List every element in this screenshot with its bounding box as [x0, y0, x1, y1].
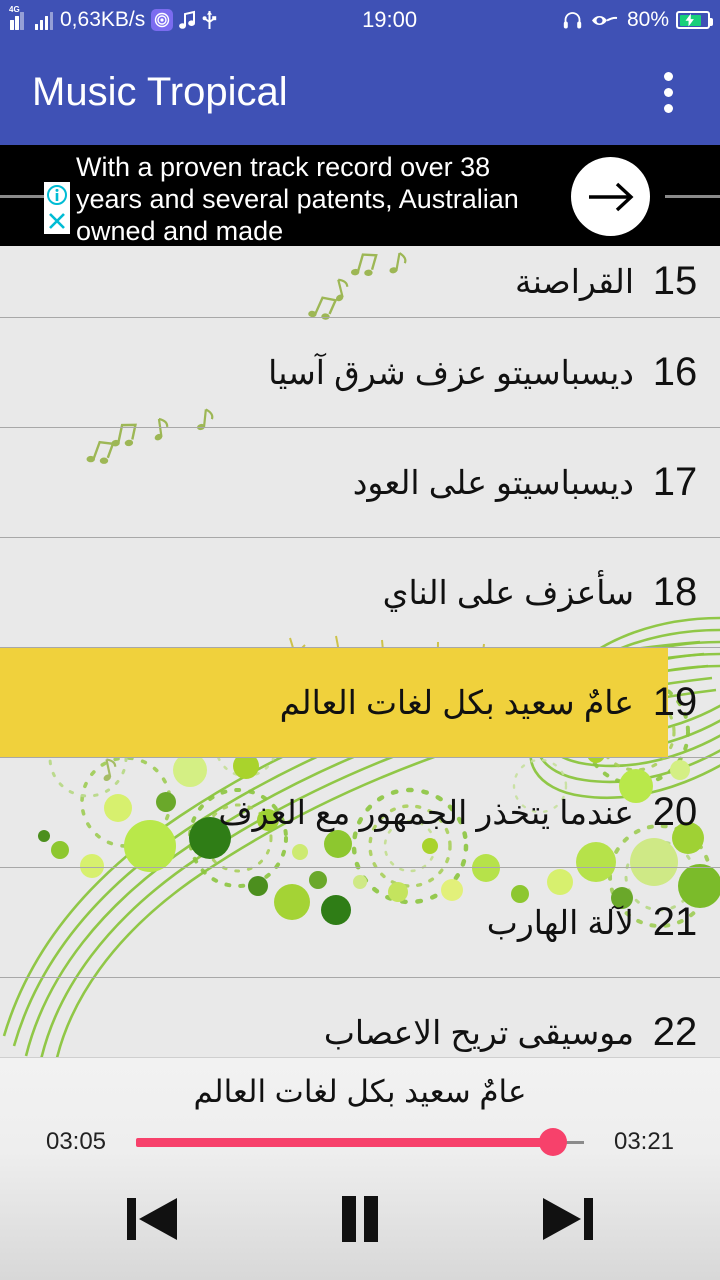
- music-note-icon: [179, 10, 196, 30]
- track-title: موسيقى تريح الاعصاب: [323, 1014, 634, 1051]
- track-number: 17: [652, 460, 698, 504]
- status-bar-left: 4G 0,63KB/s: [9, 6, 217, 32]
- previous-track-icon[interactable]: [104, 1182, 200, 1256]
- track-title: ديسباسيتو على العود: [352, 464, 634, 501]
- track-row[interactable]: 18 سأعزف على الناي: [0, 538, 720, 648]
- player-bar: عامٌ سعيد بكل لغات العالم 03:05 03:21: [0, 1057, 720, 1280]
- track-list[interactable]: 15 القراصنة 16 ديسباسيتو عزف شرق آسيا 17 ديسب…: [0, 246, 720, 1057]
- status-bar-clock: 19:00: [362, 7, 418, 32]
- track-number: 18: [652, 570, 698, 614]
- track-number: 21: [652, 900, 698, 944]
- network-type-label: 4G: [9, 5, 20, 14]
- app-root: 4G 0,63KB/s 19:00 80% Music Tropical Wit…: [0, 0, 720, 1280]
- status-bar-right: 80%: [562, 8, 713, 32]
- transport-controls: [0, 1156, 720, 1256]
- track-title: لآلة الهارب: [486, 904, 634, 941]
- ad-close-icon[interactable]: [44, 208, 70, 234]
- track-rows: 15 القراصنة 16 ديسباسيتو عزف شرق آسيا 17 ديسب…: [0, 246, 720, 1057]
- ad-cta-arrow-right-icon[interactable]: [571, 157, 650, 236]
- track-number: 15: [652, 259, 698, 303]
- eye-care-icon: [590, 11, 620, 30]
- track-number: 22: [652, 1010, 698, 1054]
- ad-rule-left: [0, 195, 46, 198]
- ad-text: With a proven track record over 38 years…: [76, 152, 519, 246]
- track-number: 16: [652, 350, 698, 394]
- overflow-menu-icon[interactable]: [640, 59, 696, 127]
- play-pause-icon[interactable]: [312, 1182, 408, 1256]
- track-title: سأعزف على الناي: [382, 574, 634, 611]
- track-row[interactable]: 21 لآلة الهارب: [0, 868, 720, 978]
- battery-charging-icon: [676, 11, 713, 29]
- net-speed-label: 0,63KB/s: [60, 8, 146, 31]
- headset-icon: [562, 10, 583, 31]
- track-title: القراصنة: [515, 263, 634, 300]
- status-bar: 4G 0,63KB/s 19:00 80%: [0, 0, 720, 40]
- ad-rule-right: [665, 195, 720, 198]
- seek-row: 03:05 03:21: [0, 1110, 720, 1156]
- battery-percent-label: 80%: [626, 8, 669, 31]
- ad-info-icon[interactable]: [44, 182, 70, 208]
- signal-secondary-icon: [34, 10, 53, 30]
- next-track-icon[interactable]: [520, 1182, 616, 1256]
- track-row[interactable]: 19 عامٌ سعيد بكل لغات العالم: [0, 648, 720, 758]
- track-row[interactable]: 15 القراصنة: [0, 246, 720, 318]
- seek-fill: [136, 1137, 553, 1147]
- total-time: 03:21: [613, 1128, 675, 1155]
- track-row[interactable]: 22 موسيقى تريح الاعصاب: [0, 978, 720, 1057]
- signal-icon: 4G: [9, 6, 29, 30]
- ad-banner[interactable]: With a proven track record over 38 years…: [0, 145, 720, 246]
- track-title: ديسباسيتو عزف شرق آسيا: [268, 354, 634, 391]
- fingerprint-icon: [151, 9, 174, 31]
- track-row[interactable]: 17 ديسباسيتو على العود: [0, 428, 720, 538]
- track-number: 20: [652, 790, 698, 834]
- usb-icon: [202, 10, 217, 31]
- track-row[interactable]: 16 ديسباسيتو عزف شرق آسيا: [0, 318, 720, 428]
- page-title: Music Tropical: [32, 70, 288, 114]
- elapsed-time: 03:05: [45, 1128, 107, 1155]
- track-title: عامٌ سعيد بكل لغات العالم: [279, 684, 634, 721]
- seek-thumb[interactable]: [538, 1128, 567, 1156]
- track-row[interactable]: 20 عندما يتخذر الجمهور مع العزف: [0, 758, 720, 868]
- track-number: 19: [652, 680, 698, 724]
- now-playing-title: عامٌ سعيد بكل لغات العالم: [193, 1074, 527, 1109]
- seek-slider[interactable]: [136, 1128, 584, 1156]
- app-bar: Music Tropical: [0, 40, 720, 145]
- track-title: عندما يتخذر الجمهور مع العزف: [218, 794, 634, 831]
